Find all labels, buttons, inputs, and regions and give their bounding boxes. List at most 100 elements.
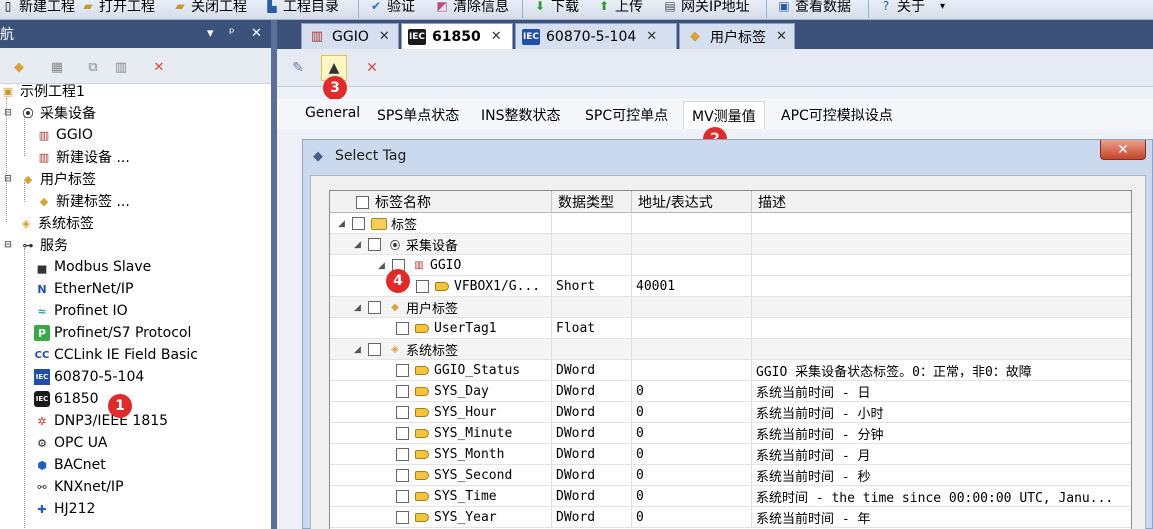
tab-user-tags[interactable]: ◆ 用户标签 ✕ [679,23,795,49]
close-tab-icon[interactable]: ✕ [379,29,390,44]
view-data-button[interactable]: ▣ 查看数据 [776,0,851,16]
tree-item-61850[interactable]: IEC 61850 [34,388,99,410]
collapse-arrow-icon[interactable]: ◢ [338,219,348,229]
tab-general[interactable]: General [305,105,360,121]
row-checkbox[interactable] [396,322,409,335]
toolbar-overflow-button[interactable]: ▾ [940,0,945,16]
delete-icon[interactable]: ✕ [359,55,385,81]
column-header-type[interactable]: 数据类型 [552,191,632,213]
about-button[interactable]: ? 关于 [878,0,925,16]
dialog-close-button[interactable]: ✕ [1100,140,1146,160]
tree-item-knxnet[interactable]: ⚯ KNXnet/IP [34,476,123,498]
collapse-arrow-icon[interactable]: ◢ [354,303,364,313]
tab-ggio[interactable]: ▥ GGIO ✕ [301,23,399,49]
row-checkbox[interactable] [368,238,381,251]
row-checkbox[interactable] [396,406,409,419]
tree-item-60870[interactable]: IEC 60870-5-104 [34,366,144,388]
tree-item-user-tags[interactable]: ⊟ ◆ 用户标签 [0,168,96,190]
row-checkbox[interactable] [352,217,365,230]
close-project-button[interactable]: ▰ 关闭工程 [172,0,247,16]
tab-ins[interactable]: INS整数状态 [481,105,561,125]
download-button[interactable]: ⬇ 下载 [532,0,579,16]
tree-item-profinet-s7[interactable]: P Profinet/S7 Protocol [34,322,191,344]
tree-item-services[interactable]: ⊟ ⊶ 服务 [0,234,68,256]
row-checkbox[interactable] [368,301,381,314]
row-checkbox[interactable] [416,280,429,293]
paste-icon[interactable]: ▥ [112,58,130,76]
tree-item-bacnet[interactable]: ⬢ BACnet [34,454,106,476]
pane-menu-icon[interactable]: ▾ [207,26,214,41]
tab-apc[interactable]: APC可控模拟设点 [781,105,893,125]
table-row[interactable]: ◢ ◆ 用户标签 [330,297,1131,318]
table-row[interactable]: SYS_Minute DWord 0 系统当前时间 - 分钟 [330,423,1131,444]
tree-item-acquisition[interactable]: ⊟ ⦿ 采集设备 [0,102,96,124]
tab-61850[interactable]: IEC 61850 ✕ [401,23,513,49]
column-header-name[interactable]: 标签名称 [330,191,552,213]
collapse-arrow-icon[interactable]: ◢ [354,240,364,250]
tree-item-new-tag[interactable]: ◆ 新建标签 ... [36,190,130,212]
project-directory-button[interactable]: ▙ 工程目录 [264,0,339,16]
add-item-icon[interactable]: ◆ [10,58,28,76]
table-row[interactable]: SYS_Second DWord 0 系统当前时间 - 秒 [330,465,1131,486]
close-tab-icon[interactable]: ✕ [776,29,787,44]
table-row[interactable]: GGIO_Status DWord GGIO 采集设备状态标签。0：正常，非0：… [330,360,1131,381]
tree-item-new-device[interactable]: ▥ 新建设备 ... [36,146,130,168]
row-checkbox[interactable] [396,448,409,461]
pane-pin-icon[interactable]: ᵖ [229,26,235,41]
table-row[interactable]: SYS_Day DWord 0 系统当前时间 - 日 [330,381,1131,402]
delete-icon[interactable]: ✕ [150,58,168,76]
collapse-arrow-icon[interactable]: ◢ [354,345,364,355]
table-row[interactable]: ◢ ◈ 系统标签 [330,339,1131,360]
row-checkbox[interactable] [368,343,381,356]
cclink-icon: CC [34,349,50,361]
properties-icon[interactable]: ▦ [48,58,66,76]
tree-item-cclink[interactable]: CC CCLink IE Field Basic [34,344,198,366]
edit-icon[interactable]: ✎ [285,55,311,81]
tree-item-opc-ua[interactable]: ⚙ OPC UA [34,432,107,454]
table-row[interactable]: ◢ ⦿ 采集设备 [330,234,1131,255]
collapse-arrow-icon[interactable]: ◢ [378,261,388,271]
table-row[interactable]: SYS_Month DWord 0 系统当前时间 - 月 [330,444,1131,465]
tree-item-ggio[interactable]: ▥ GGIO [36,124,93,146]
iec61850-icon: IEC [34,391,50,407]
tree-item-project[interactable]: ▣ 示例工程1 [0,84,85,102]
table-row[interactable]: SYS_Hour DWord 0 系统当前时间 - 小时 [330,402,1131,423]
open-project-button[interactable]: ▰ 打开工程 [80,0,155,16]
table-row[interactable]: ◢ ▥ GGIO [330,255,1131,276]
row-checkbox[interactable] [396,490,409,503]
tree-item-system-tags[interactable]: ◈ 系统标签 [18,212,94,234]
clear-info-button[interactable]: ◩ 清除信息 [434,0,509,16]
tab-sps[interactable]: SPS单点状态 [377,105,459,125]
select-all-checkbox[interactable] [356,195,369,209]
upload-button[interactable]: ⬆ 上传 [596,0,643,16]
column-header-address[interactable]: 地址/表达式 [632,191,752,213]
tree-item-profinet-io[interactable]: ≈ Profinet IO [34,300,127,322]
row-checkbox[interactable] [396,469,409,482]
copy-icon[interactable]: ⧉ [84,58,102,76]
project-directory-icon: ▙ [267,0,277,13]
close-tab-icon[interactable]: ✕ [646,29,657,44]
table-row[interactable]: UserTag1 Float [330,318,1131,339]
table-row[interactable]: SYS_Year DWord 0 系统当前时间 - 年 [330,507,1131,528]
tree-item-dnp3[interactable]: ✲ DNP3/IEEE 1815 [34,410,168,432]
tab-60870[interactable]: IEC 60870-5-104 ✕ [515,23,677,49]
pane-close-icon[interactable]: ✕ [251,26,262,41]
tree-item-modbus-slave[interactable]: ▅ Modbus Slave [34,256,152,278]
column-header-description[interactable]: 描述 [752,191,1131,213]
close-tab-icon[interactable]: ✕ [491,29,502,44]
tree-item-hj212[interactable]: ✚ HJ212 [34,498,95,520]
new-project-button[interactable]: ▯ 新建工程 [0,0,75,16]
row-checkbox[interactable] [396,385,409,398]
tab-mv[interactable]: MV测量值 [683,101,765,129]
gateway-ip-button[interactable]: ▤ 网关IP地址 [662,0,749,16]
tab-spc[interactable]: SPC可控单点 [585,105,668,125]
verify-button[interactable]: ✔ 验证 [368,0,415,16]
table-row[interactable]: ◢ 标签 [330,213,1131,234]
row-checkbox[interactable] [396,364,409,377]
row-checkbox[interactable] [396,427,409,440]
table-row[interactable]: VFBOX1/G... Short 40001 [330,276,1131,297]
row-checkbox[interactable] [396,511,409,524]
tree-item-ethernet-ip[interactable]: N EtherNet/IP [34,278,133,300]
table-row[interactable]: SYS_Time DWord 0 系统时间 - the time since 0… [330,486,1131,507]
step-badge-1: 1 [108,394,132,418]
